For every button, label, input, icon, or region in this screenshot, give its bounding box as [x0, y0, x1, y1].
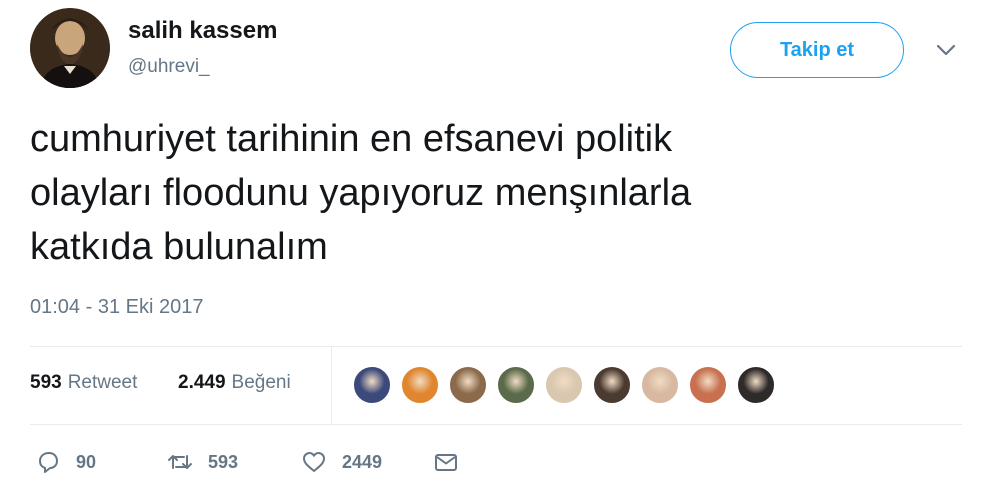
likes-stat[interactable]: 2.449 Beğeni — [178, 372, 291, 394]
reply-button[interactable]: 90 — [34, 448, 96, 476]
portrait-icon — [30, 8, 110, 88]
chevron-down-icon[interactable] — [934, 40, 958, 60]
author-display-name[interactable]: salih kassem — [128, 17, 277, 45]
retweet-icon — [168, 455, 192, 469]
liker-avatar-icon[interactable] — [448, 365, 488, 405]
author-avatar[interactable] — [30, 8, 110, 88]
reply-icon — [39, 452, 58, 473]
liker-avatar-icon[interactable] — [736, 365, 776, 405]
tweet-text: cumhuriyet tarihinin en efsanevi politik… — [30, 118, 692, 268]
tweet-card: salih kassem @uhrevi_ Takip et cumhuriye… — [0, 0, 996, 498]
liker-avatar-icon[interactable] — [640, 365, 680, 405]
likes-stat-label: Beğeni — [231, 372, 291, 393]
heart-icon — [303, 452, 325, 472]
liker-avatars — [352, 365, 784, 405]
liker-avatar-icon[interactable] — [592, 365, 632, 405]
retweet-count: 593 — [208, 451, 239, 472]
liker-avatar-icon[interactable] — [352, 365, 392, 405]
like-count: 2449 — [342, 451, 383, 472]
retweet-stat-count: 593 — [30, 372, 62, 393]
author-handle[interactable]: @uhrevi_ — [128, 56, 210, 78]
divider — [30, 346, 962, 347]
divider — [30, 424, 962, 425]
liker-avatar-icon[interactable] — [544, 365, 584, 405]
direct-message-button[interactable] — [432, 448, 460, 476]
envelope-icon — [435, 454, 457, 471]
follow-button[interactable]: Takip et — [730, 22, 904, 78]
liker-avatar-icon[interactable] — [688, 365, 728, 405]
liker-avatar-icon[interactable] — [496, 365, 536, 405]
likes-stat-count: 2.449 — [178, 372, 226, 393]
reply-count: 90 — [76, 451, 97, 472]
retweet-button[interactable]: 593 — [166, 448, 238, 476]
like-button[interactable]: 2449 — [300, 448, 382, 476]
tweet-timestamp[interactable]: 01:04 - 31 Eki 2017 — [30, 296, 203, 319]
retweet-stat[interactable]: 593 Retweet — [30, 372, 137, 394]
stats-separator — [331, 346, 332, 424]
retweet-stat-label: Retweet — [67, 372, 138, 393]
liker-avatar-icon[interactable] — [400, 365, 440, 405]
